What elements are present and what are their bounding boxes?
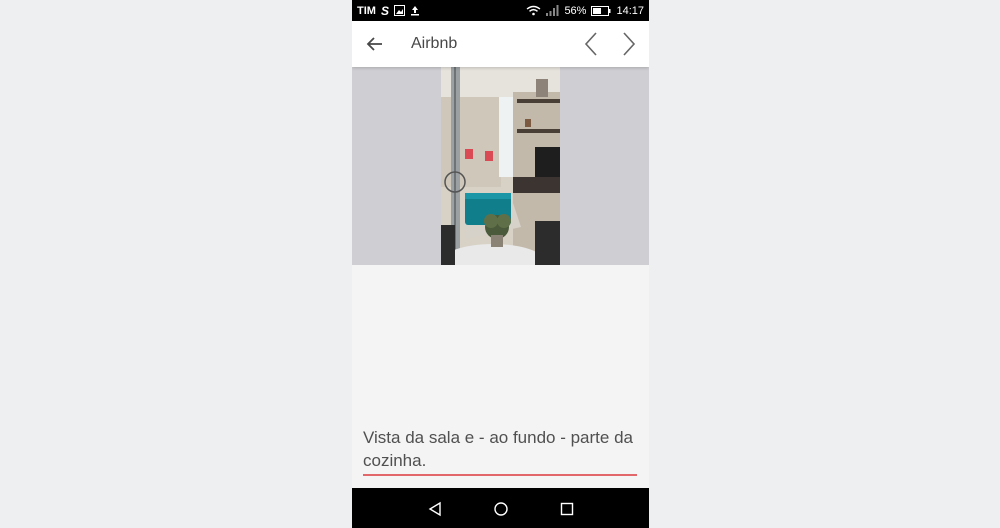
app-bar: Airbnb	[352, 21, 649, 67]
nav-back-icon	[428, 501, 441, 517]
clock: 14:17	[616, 4, 644, 17]
back-button[interactable]	[360, 29, 390, 59]
room-photo-illustration	[441, 67, 560, 265]
app-title: Airbnb	[411, 35, 458, 52]
arrow-left-icon	[366, 37, 382, 51]
photo-caption-field[interactable]: Vista da sala e - ao fundo - parte da co…	[363, 426, 638, 476]
status-bar-left: TIM S	[357, 4, 420, 18]
nav-back-button[interactable]	[422, 496, 448, 522]
wifi-icon	[526, 5, 541, 16]
listing-photo[interactable]	[441, 67, 560, 265]
next-photo-button[interactable]	[614, 29, 644, 59]
battery-percent: 56%	[564, 4, 587, 17]
chevron-left-icon	[584, 32, 597, 56]
nav-recent-button[interactable]	[554, 496, 580, 522]
carrier-label: TIM	[357, 4, 376, 17]
status-bar: TIM S 56% 14:17	[352, 0, 649, 21]
upload-icon	[410, 5, 420, 16]
nav-home-icon	[494, 502, 508, 516]
caption-text[interactable]: Vista da sala e - ao fundo - parte da co…	[363, 426, 638, 474]
phone-screen: TIM S 56% 14:17 Airbnb Vista da sala e -…	[352, 0, 649, 528]
system-nav-bar	[352, 488, 649, 528]
nav-home-button[interactable]	[488, 496, 514, 522]
s-app-icon: S	[380, 3, 389, 18]
nav-recent-icon	[560, 502, 574, 516]
status-bar-right: 56% 14:17	[526, 5, 644, 17]
battery-icon	[591, 5, 611, 16]
caption-underline	[363, 474, 637, 476]
chevron-right-icon	[623, 32, 636, 56]
previous-photo-button[interactable]	[576, 29, 606, 59]
photo-viewer[interactable]	[352, 67, 649, 265]
signal-icon	[546, 5, 559, 16]
image-icon	[393, 5, 405, 16]
